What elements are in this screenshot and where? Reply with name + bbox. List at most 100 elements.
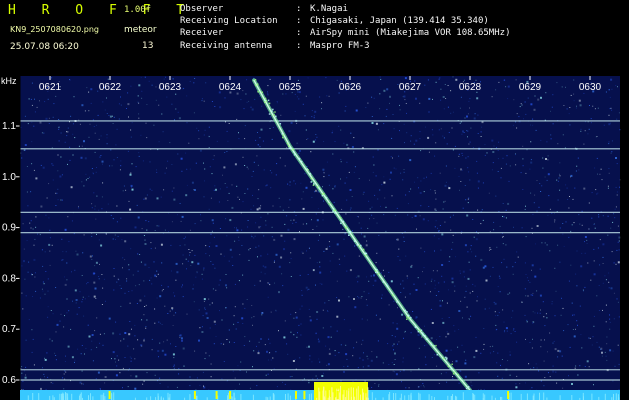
file-name: KN9_2507080620.png [10, 25, 99, 34]
signal-strength-bar [49, 395, 51, 400]
meteor-trail-point [407, 314, 410, 317]
noise-point [179, 336, 181, 338]
noise-point [455, 360, 458, 363]
noise-point [381, 297, 383, 299]
noise-point [588, 337, 590, 339]
signal-strength-bar [604, 393, 606, 400]
noise-point [518, 116, 520, 118]
noise-point [476, 300, 478, 302]
meteor-trail-point [353, 240, 356, 242]
noise-point [249, 248, 251, 249]
noise-point [179, 335, 181, 337]
noise-point [497, 171, 499, 172]
noise-point [363, 352, 364, 354]
noise-point [212, 263, 214, 265]
noise-point [234, 240, 236, 242]
meteor-trail-point [452, 373, 455, 375]
noise-point [52, 164, 54, 166]
meteor-detection-spike [356, 388, 358, 400]
noise-point [260, 255, 262, 257]
noise-point [489, 346, 491, 348]
noise-point [618, 363, 620, 365]
noise-point [452, 361, 453, 363]
noise-point [374, 194, 376, 196]
noise-point [239, 383, 240, 385]
noise-point [78, 205, 79, 207]
noise-point [383, 123, 385, 125]
meteor-detection-spike [318, 387, 320, 400]
noise-point [155, 99, 157, 101]
noise-point [34, 98, 35, 100]
noise-point [559, 227, 561, 229]
noise-point [265, 185, 267, 187]
noise-point [404, 330, 406, 332]
noise-point [459, 272, 461, 274]
noise-point [332, 153, 334, 155]
noise-point [477, 296, 478, 298]
noise-point [154, 230, 156, 231]
noise-point [460, 370, 462, 372]
noise-point [524, 208, 526, 210]
noise-point [146, 372, 148, 374]
noise-point [602, 215, 604, 217]
noise-point [450, 229, 452, 231]
noise-point [618, 236, 621, 239]
noise-point [138, 152, 140, 154]
noise-point [100, 155, 102, 156]
noise-point [527, 295, 529, 297]
noise-point [536, 225, 539, 227]
noise-point [371, 96, 373, 98]
noise-point [396, 207, 398, 209]
noise-point [358, 216, 359, 218]
noise-point [501, 262, 503, 264]
noise-point [189, 254, 190, 256]
noise-point [365, 107, 367, 108]
noise-point [164, 172, 166, 174]
noise-point [44, 376, 45, 378]
noise-point [279, 157, 281, 159]
noise-point [47, 316, 49, 318]
noise-point [435, 198, 437, 200]
short-detection-marker [215, 391, 218, 399]
noise-point [578, 99, 581, 102]
noise-point [149, 161, 151, 163]
noise-point [58, 119, 60, 120]
meteor-trail-point [435, 344, 437, 347]
signal-strength-bar [491, 395, 493, 400]
noise-point [449, 256, 451, 258]
noise-point [368, 365, 370, 367]
noise-point [289, 181, 291, 183]
noise-point [484, 154, 486, 156]
noise-point [322, 309, 324, 311]
noise-point [180, 157, 183, 160]
noise-point [532, 321, 534, 323]
noise-point [171, 164, 173, 165]
noise-point [233, 323, 235, 325]
noise-point [246, 299, 248, 300]
noise-point [52, 382, 54, 384]
noise-point [524, 382, 526, 384]
noise-point [62, 377, 64, 379]
noise-point [576, 320, 578, 322]
noise-point [49, 250, 51, 252]
noise-point [575, 107, 577, 109]
noise-point [44, 251, 46, 253]
noise-point [224, 183, 226, 184]
noise-point [92, 360, 94, 362]
noise-point [115, 321, 117, 323]
noise-point [535, 363, 537, 365]
noise-point [89, 123, 91, 125]
noise-point [91, 334, 94, 336]
noise-point [371, 351, 373, 353]
noise-point [196, 127, 198, 129]
noise-point [354, 245, 356, 247]
noise-point [475, 79, 477, 81]
noise-point [237, 196, 239, 198]
meteor-trail-point [334, 212, 336, 214]
noise-point [141, 345, 143, 347]
receiver-row: Receiver: AirSpy mini (Miakejima VOR 108.… [180, 27, 624, 39]
noise-point [310, 151, 312, 153]
noise-point [242, 303, 244, 305]
noise-point [403, 171, 405, 173]
noise-point [117, 278, 119, 280]
